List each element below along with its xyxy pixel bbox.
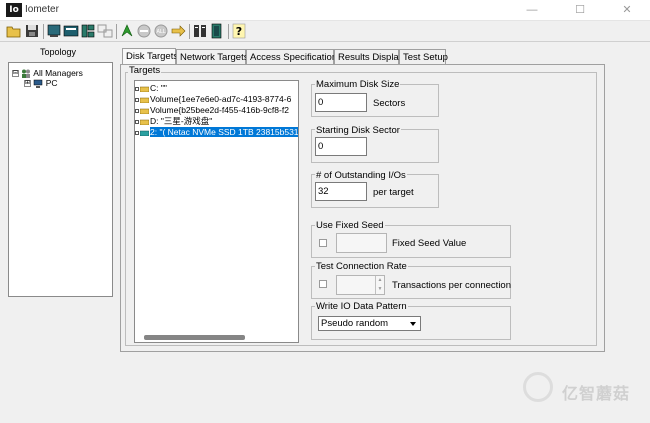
open-icon[interactable] [6,23,22,39]
per-target-label: per target [373,187,414,198]
tree-item-label: All Managers [33,68,83,78]
target-label: 2: "( Netac NVMe SSD 1TB 23815b531 [150,127,299,137]
target-checkbox[interactable] [135,86,139,91]
about-icon[interactable]: ? [231,23,247,39]
outstanding-ios-title: # of Outstanding I/Os [315,170,407,181]
new-worker-icon[interactable] [46,23,62,39]
target-item-volume-1[interactable]: Volume{1ee7e6e0-ad7c-4193-8774-6 [135,94,291,105]
reset-workers-icon[interactable] [170,23,186,39]
targets-horizontal-scrollbar[interactable] [135,333,298,342]
window-title: Iometer [25,4,59,15]
fixed-seed-title: Use Fixed Seed [315,220,385,231]
target-label: Volume{b25bee2d-f455-416b-9cf8-f2 [150,105,289,115]
tab-results-display[interactable]: Results Display [334,49,403,65]
target-item-volume-2[interactable]: Volume{b25bee2d-f455-416b-9cf8-f2 [135,105,289,116]
save-icon[interactable] [24,23,40,39]
toolbar: ALL ? [0,21,650,42]
write-pattern-value: Pseudo random [321,318,389,329]
start-icon[interactable] [119,23,135,39]
fixed-seed-checkbox[interactable] [319,239,327,247]
topology-tree[interactable]: ⊟ All Managers ⊞ PC [8,62,113,297]
starting-sector-input[interactable]: 0 [315,137,367,156]
svg-text:ALL: ALL [157,29,166,35]
target-checkbox[interactable] [135,97,139,102]
target-label: Volume{1ee7e6e0-ad7c-4193-8774-6 [150,94,292,104]
duplicate-worker-icon[interactable] [97,23,113,39]
drive-icon [140,97,149,103]
watermark-text: 亿智蘑菇 [562,386,631,403]
max-disk-size-input[interactable]: 0 [315,93,367,112]
drive-icon [140,86,149,92]
chevron-down-icon[interactable] [408,318,419,329]
scrollbar-thumb[interactable] [144,335,245,340]
target-item-physical-disk[interactable]: 2: "( Netac NVMe SSD 1TB 23815b531 [135,127,299,138]
targets-list[interactable]: C: "" Volume{1ee7e6e0-ad7c-4193-8774-6 V… [134,80,299,343]
fixed-seed-value-label: Fixed Seed Value [392,238,467,249]
stop-all-icon[interactable]: ALL [153,23,169,39]
stepper-arrows-icon[interactable]: ▲ ▼ [375,276,384,294]
tree-item-label: PC [45,78,58,88]
drive-icon [140,119,149,125]
physical-disk-icon [140,130,149,136]
new-network-worker-icon[interactable] [63,23,79,39]
transactions-label: Transactions per connection [392,280,511,291]
new-manager-icon[interactable] [192,23,208,39]
target-item-c[interactable]: C: "" [135,83,167,94]
stop-icon[interactable] [136,23,152,39]
title-bar: Io Iometer — ☐ ✕ [0,0,650,21]
quit-icon[interactable] [209,23,225,39]
fixed-seed-input[interactable] [336,233,387,253]
svg-text:?: ? [236,25,242,38]
tree-item-pc[interactable]: ⊞ PC [24,78,58,89]
targets-group-title: Targets [128,65,162,76]
expand-icon[interactable]: ⊞ [24,80,31,88]
transactions-stepper[interactable]: ▲ ▼ [336,275,385,295]
target-label: D: "三星-游戏盘" [150,116,213,126]
computer-icon [34,80,43,89]
app-icon: Io [6,3,22,17]
test-connection-title: Test Connection Rate [315,261,408,272]
max-disk-size-title: Maximum Disk Size [315,79,401,90]
watermark-logo [523,372,553,402]
test-connection-checkbox[interactable] [319,280,327,288]
close-button[interactable]: ✕ [604,0,650,21]
outstanding-ios-input[interactable]: 32 [315,182,367,201]
minimize-button[interactable]: — [509,0,555,21]
topology-label: Topology [40,47,77,57]
maximize-button[interactable]: ☐ [557,0,603,21]
managers-icon [22,69,31,79]
tree-item-all-managers[interactable]: ⊟ All Managers [12,68,83,79]
tab-access-specifications[interactable]: Access Specifications [246,49,342,65]
write-pattern-select[interactable]: Pseudo random [318,316,421,331]
collapse-icon[interactable]: ⊟ [12,70,19,78]
tab-network-targets[interactable]: Network Targets [176,49,248,65]
new-disk-worker-icon[interactable] [80,23,96,39]
target-checkbox[interactable] [135,108,139,113]
target-label: C: "" [150,83,167,93]
starting-sector-title: Starting Disk Sector [315,125,401,136]
target-checkbox[interactable] [135,119,139,124]
tab-test-setup[interactable]: Test Setup [399,49,448,65]
drive-icon [140,108,149,114]
target-checkbox[interactable] [135,130,139,135]
sectors-label: Sectors [373,98,406,109]
target-item-d[interactable]: D: "三星-游戏盘" [135,116,212,127]
tab-disk-targets[interactable]: Disk Targets [122,48,178,65]
write-pattern-title: Write IO Data Pattern [315,301,408,312]
